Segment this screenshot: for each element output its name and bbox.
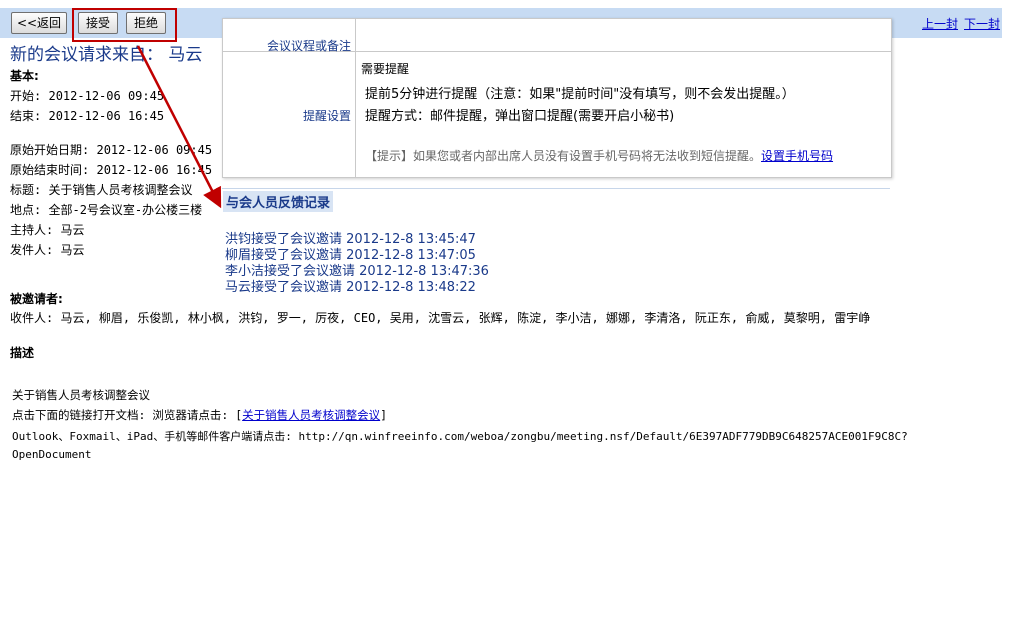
description-line-1: 关于销售人员考核调整会议 xyxy=(12,388,150,402)
description-line-3: Outlook、Foxmail、iPad、手机等邮件客户端请点击: http:/… xyxy=(12,430,908,443)
invitees-heading: 被邀请者: xyxy=(10,292,63,306)
description-line-4: OpenDocument xyxy=(12,448,92,461)
description-heading: 描述 xyxy=(10,346,35,360)
recipients-label: 收件人: xyxy=(10,311,54,325)
link-suffix: ] xyxy=(380,408,388,422)
document-link[interactable]: 关于销售人员考核调整会议 xyxy=(242,408,380,422)
recipients-value: 马云, 柳眉, 乐俊凯, 林小枫, 洪钧, 罗一, 厉夜, CEO, 吴用, 沈… xyxy=(60,311,871,325)
description-line-2: 点击下面的链接打开文档: 浏览器请点击: [关于销售人员考核调整会议] xyxy=(12,407,387,423)
recipients-row: 收件人: 马云, 柳眉, 乐俊凯, 林小枫, 洪钧, 罗一, 厉夜, CEO, … xyxy=(10,309,870,326)
link-prefix: 点击下面的链接打开文档: 浏览器请点击: [ xyxy=(12,408,243,422)
